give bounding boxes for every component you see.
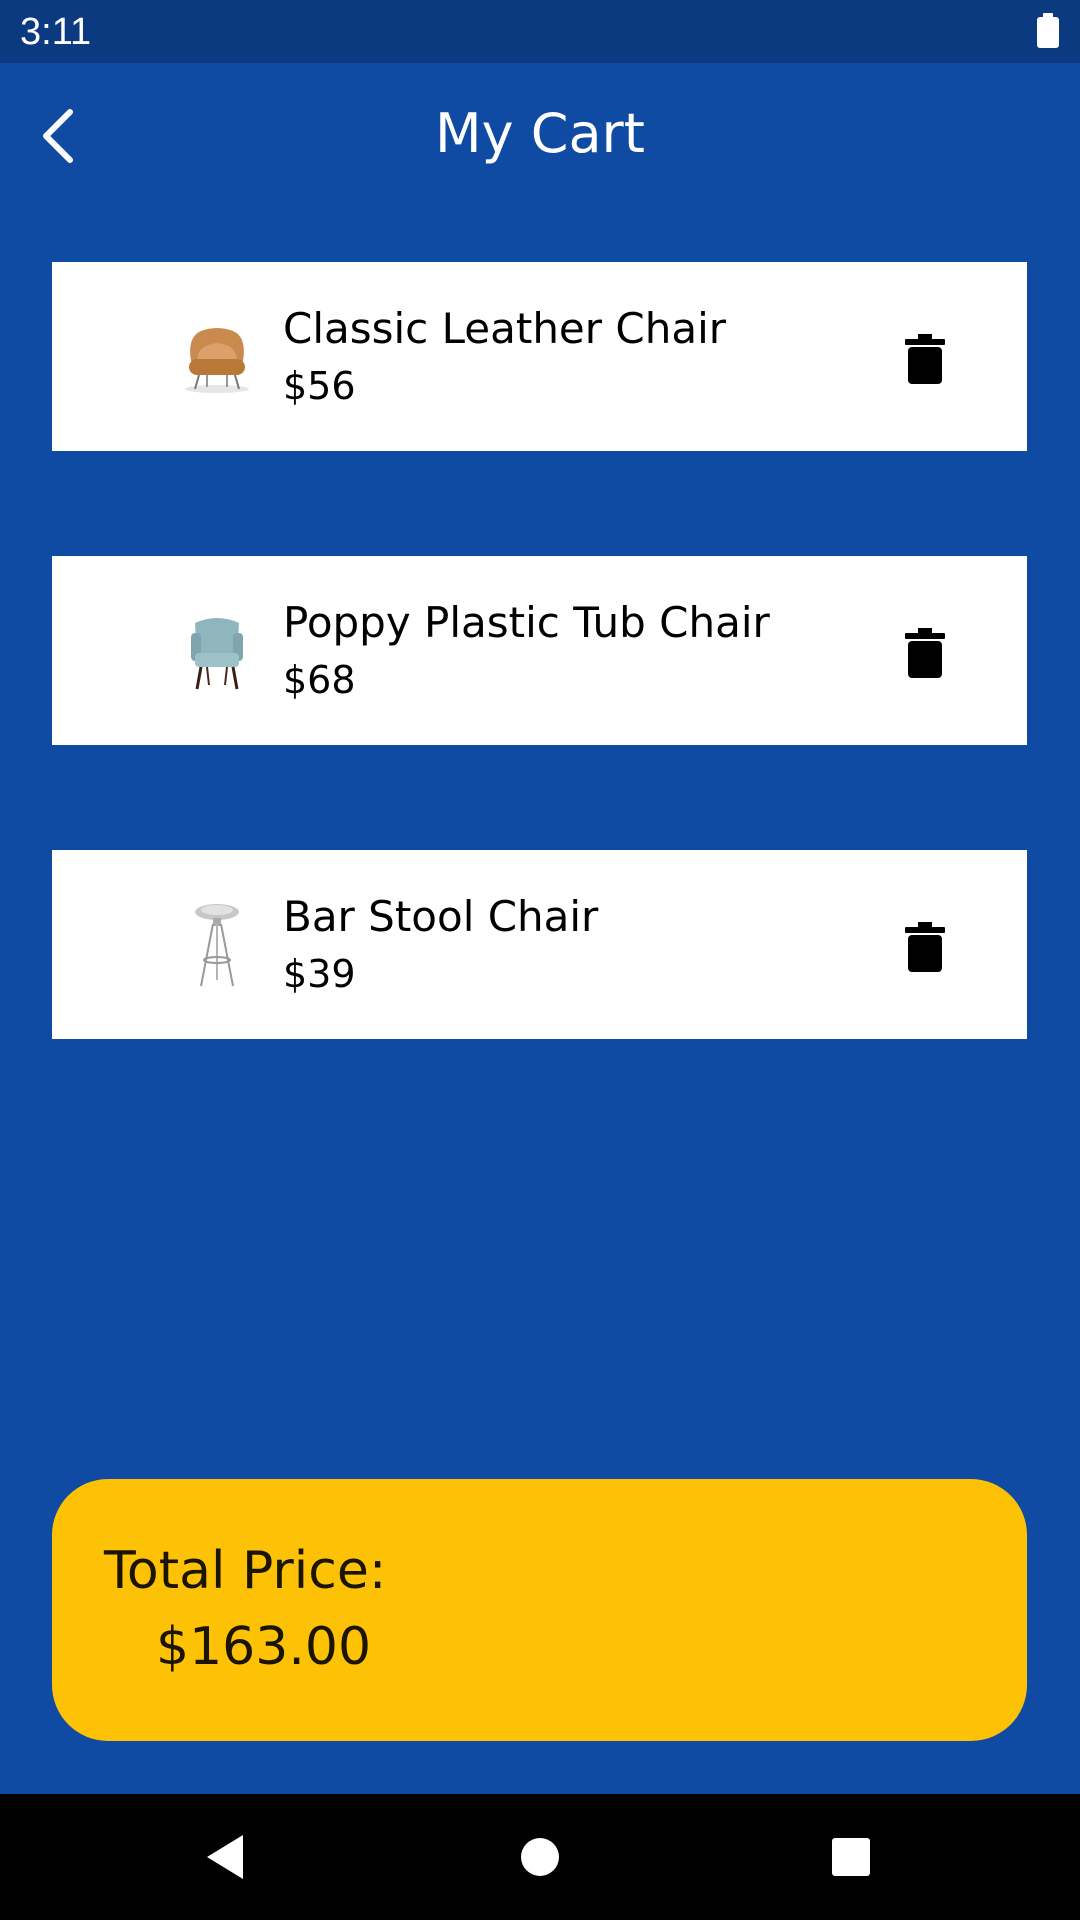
total-price-label: Total Price: xyxy=(104,1541,387,1601)
status-bar: 3:11 xyxy=(0,0,1080,63)
total-price-value: $163.00 xyxy=(156,1617,372,1677)
nav-home-button[interactable] xyxy=(505,1822,575,1892)
trash-icon xyxy=(905,922,945,972)
item-price: $39 xyxy=(283,952,356,996)
page-title: My Cart xyxy=(435,102,645,165)
triangle-back-icon xyxy=(207,1835,243,1879)
nav-recents-button[interactable] xyxy=(816,1822,886,1892)
delete-item-button[interactable] xyxy=(897,916,953,978)
item-price: $56 xyxy=(283,364,356,408)
item-name: Classic Leather Chair xyxy=(283,304,727,353)
circle-home-icon xyxy=(521,1838,559,1876)
leather-armchair-image xyxy=(162,302,272,412)
item-name: Bar Stool Chair xyxy=(283,892,599,941)
status-time: 3:11 xyxy=(20,11,92,53)
delete-item-button[interactable] xyxy=(897,622,953,684)
item-name: Poppy Plastic Tub Chair xyxy=(283,598,770,647)
cart-item-poppy-plastic-tub-chair: Poppy Plastic Tub Chair $68 xyxy=(52,556,1027,745)
nav-back-button[interactable] xyxy=(190,1822,260,1892)
cart-item-classic-leather-chair: Classic Leather Chair $56 xyxy=(52,262,1027,451)
square-recents-icon xyxy=(832,1838,870,1876)
battery-icon xyxy=(1037,13,1059,48)
total-price-card: Total Price: $163.00 xyxy=(52,1479,1027,1741)
navigation-bar xyxy=(0,1794,1080,1920)
trash-icon xyxy=(905,628,945,678)
bar-stool-image xyxy=(162,890,272,1000)
trash-icon xyxy=(905,334,945,384)
delete-item-button[interactable] xyxy=(897,328,953,390)
item-price: $68 xyxy=(283,658,356,702)
cart-item-bar-stool-chair: Bar Stool Chair $39 xyxy=(52,850,1027,1039)
tub-chair-image xyxy=(162,596,272,706)
